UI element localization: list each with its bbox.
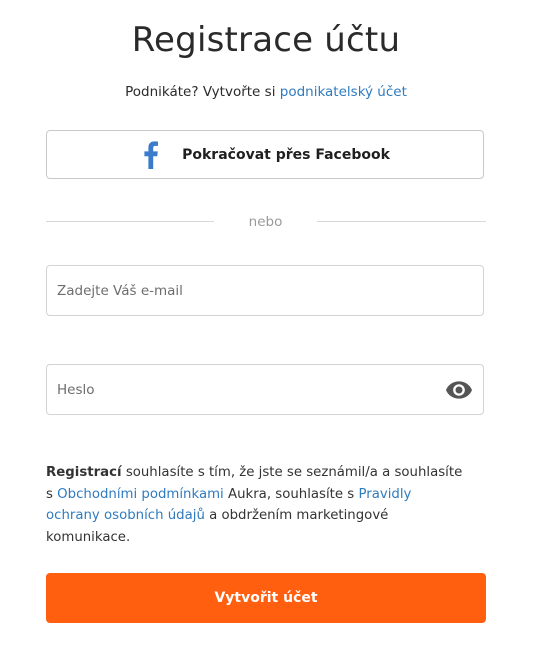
create-account-button[interactable]: Vytvořit účet: [46, 573, 486, 623]
create-account-label: Vytvořit účet: [214, 590, 318, 606]
terms-text: Registrací souhlasíte s tím, že jste se …: [46, 462, 466, 548]
email-field[interactable]: [47, 266, 483, 315]
divider-right-line: [317, 221, 486, 222]
password-field-container: [46, 364, 484, 415]
eye-icon[interactable]: [445, 378, 473, 402]
business-account-prompt: Podnikáte? Vytvořte si podnikatelský úče…: [0, 84, 532, 100]
page-title: Registrace účtu: [131, 20, 401, 60]
business-prompt-text: Podnikáte? Vytvořte si: [125, 84, 276, 100]
facebook-login-button[interactable]: Pokračovat přes Facebook: [46, 130, 484, 179]
terms-text-2: Aukra, souhlasíte s: [227, 486, 355, 502]
password-field[interactable]: [47, 365, 483, 414]
terms-bold: Registrací: [46, 465, 122, 480]
email-field-container: [46, 265, 484, 316]
facebook-login-label: Pokračovat přes Facebook: [182, 146, 390, 163]
divider-left-line: [46, 221, 214, 222]
divider-text: nebo: [248, 214, 283, 230]
terms-conditions-link[interactable]: Obchodními podmínkami: [57, 487, 224, 502]
business-account-link[interactable]: podnikatelský účet: [280, 84, 407, 100]
facebook-icon: [140, 140, 162, 170]
